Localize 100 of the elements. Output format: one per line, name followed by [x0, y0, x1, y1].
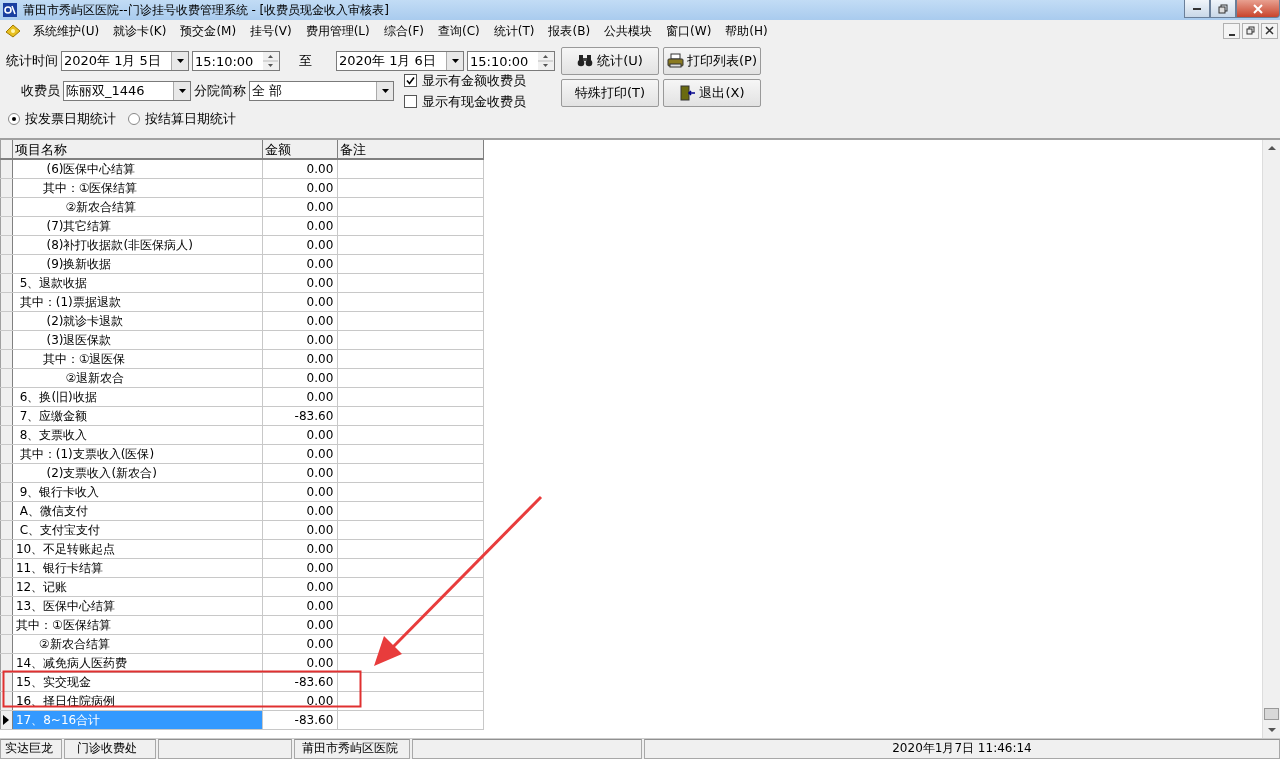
- table-cell: 其中：①医保结算: [12, 616, 264, 634]
- table-cell: 6、换(旧)收据: [12, 388, 264, 406]
- printer-icon: [667, 53, 684, 69]
- dropdown[interactable]: 2020年 1月 6日: [336, 51, 464, 71]
- table-cell: 14、减免病人医药费: [12, 654, 264, 672]
- table-cell: 其中：(1)票据退款: [12, 293, 264, 311]
- table-cell: 9、银行卡收入: [12, 483, 264, 501]
- table-cell: 0.00: [263, 312, 339, 330]
- table-cell: (9)换新收据: [12, 255, 264, 273]
- button[interactable]: 打印列表(P): [663, 47, 761, 75]
- table-cell: ②新农合结算: [12, 198, 264, 216]
- scroll-thumb[interactable]: [1264, 708, 1279, 720]
- field-label: 分院简称: [194, 82, 246, 100]
- table-cell: 0.00: [263, 616, 339, 634]
- button[interactable]: 特殊打印(T): [561, 79, 659, 107]
- table-cell: 0.00: [263, 388, 339, 406]
- table-cell: 0.00: [263, 426, 339, 444]
- button[interactable]: 退出(X): [663, 79, 761, 107]
- current-row-icon: [3, 715, 10, 725]
- table-cell: 0.00: [263, 274, 339, 292]
- table-cell: 13、医保中心结算: [12, 597, 264, 615]
- minimize-icon: [1193, 7, 1201, 10]
- window-title: 莆田市秀屿区医院--门诊挂号收费管理系统 - [收费员现金收入审核表]: [23, 1, 390, 19]
- door-icon: [679, 85, 697, 101]
- mdi-close-button[interactable]: [1261, 23, 1278, 39]
- dropdown[interactable]: 全 部: [249, 81, 394, 101]
- radio-button[interactable]: [128, 113, 140, 125]
- menu-item[interactable]: 公共模块: [597, 22, 660, 40]
- table-cell: 11、银行卡结算: [12, 559, 264, 577]
- menu-item[interactable]: 预交金(M): [173, 22, 244, 40]
- table-cell: 0.00: [263, 540, 339, 558]
- binoculars-icon: [577, 53, 595, 69]
- mdi-minimize-button[interactable]: [1223, 23, 1240, 39]
- table-cell: 0.00: [263, 654, 339, 672]
- menu-item[interactable]: 统计(T): [486, 22, 542, 40]
- dropdown-arrow-icon: [178, 89, 186, 93]
- table-cell: -83.60: [263, 407, 339, 425]
- table-cell: 其中：①退医保: [12, 350, 264, 368]
- table-cell: 0.00: [263, 198, 339, 216]
- table-cell: 0.00: [263, 369, 339, 387]
- menu-item[interactable]: 综合(F): [376, 22, 431, 40]
- table-cell: 0.00: [263, 502, 339, 520]
- minimize-button[interactable]: [1184, 0, 1210, 18]
- dropdown[interactable]: 陈丽双_1446: [63, 81, 191, 101]
- menu-item[interactable]: 窗口(W): [659, 22, 719, 40]
- table-cell: (2)支票收入(新农合): [12, 464, 264, 482]
- table-cell: 0.00: [263, 160, 339, 178]
- checkbox[interactable]: [404, 95, 417, 108]
- column-header: 项目名称: [13, 140, 264, 158]
- table-cell: 10、不足转账起点: [12, 540, 264, 558]
- table-cell: 0.00: [263, 445, 339, 463]
- table-cell: -83.60: [263, 673, 339, 691]
- radio-button[interactable]: [8, 113, 20, 125]
- menu-item[interactable]: 帮助(H): [718, 22, 775, 40]
- table-cell: 其中：①医保结算: [12, 179, 264, 197]
- checkmark-icon: [406, 76, 415, 85]
- menu-item[interactable]: 挂号(V): [243, 22, 299, 40]
- menu-item[interactable]: 就诊卡(K): [106, 22, 174, 40]
- status-panel: 实达巨龙: [0, 739, 62, 759]
- table-cell: 0.00: [263, 217, 339, 235]
- table-cell: 0.00: [263, 635, 339, 653]
- row-indicator[interactable]: [0, 711, 13, 729]
- dropdown-arrow-icon: [176, 59, 184, 63]
- table-cell: 0.00: [263, 521, 339, 539]
- restore-button[interactable]: [1210, 0, 1236, 18]
- time-field[interactable]: 15:10:00: [467, 51, 555, 71]
- time-field[interactable]: 15:10:00: [192, 51, 280, 71]
- button[interactable]: 统计(U): [561, 47, 659, 75]
- table-cell: 其中：(1)支票收入(医保): [12, 445, 264, 463]
- menu-logo-icon: [4, 23, 22, 39]
- checkbox-label: 显示有现金收费员: [422, 92, 526, 111]
- table-cell: 12、记账: [12, 578, 264, 596]
- status-panel: 2020年1月7日 11:46:14: [644, 739, 1280, 759]
- table-cell: (2)就诊卡退款: [12, 312, 264, 330]
- mdi-restore-icon: [1245, 26, 1256, 36]
- table-cell: -83.60: [263, 711, 339, 729]
- checkbox[interactable]: [404, 74, 417, 87]
- radio-label: 按结算日期统计: [145, 110, 236, 128]
- table-cell: 0.00: [263, 236, 339, 254]
- checkbox-label: 显示有金额收费员: [422, 71, 526, 90]
- vertical-scrollbar[interactable]: [1262, 140, 1280, 738]
- menu-item[interactable]: 系统维护(U): [26, 22, 107, 40]
- field-label: 收费员: [21, 82, 60, 100]
- table-cell: 0.00: [263, 350, 339, 368]
- close-button[interactable]: [1236, 0, 1280, 18]
- menu-item[interactable]: 查询(C): [431, 22, 487, 40]
- table-cell: 15、实交现金: [12, 673, 264, 691]
- table-cell: (3)退医保款: [12, 331, 264, 349]
- status-panel: 莆田市秀屿区医院: [294, 739, 410, 759]
- table-cell: A、微信支付: [12, 502, 264, 520]
- menu-item[interactable]: 报表(B): [541, 22, 598, 40]
- table-cell: (7)其它结算: [12, 217, 264, 235]
- table-cell: 0.00: [263, 331, 339, 349]
- mdi-restore-button[interactable]: [1242, 23, 1259, 39]
- table-cell: ②退新农合: [12, 369, 264, 387]
- dropdown[interactable]: 2020年 1月 5日: [61, 51, 189, 71]
- field-label: 至: [299, 52, 312, 70]
- menu-item[interactable]: 费用管理(L): [298, 22, 377, 40]
- radio-label: 按发票日期统计: [25, 110, 116, 128]
- table-cell: C、支付宝支付: [12, 521, 264, 539]
